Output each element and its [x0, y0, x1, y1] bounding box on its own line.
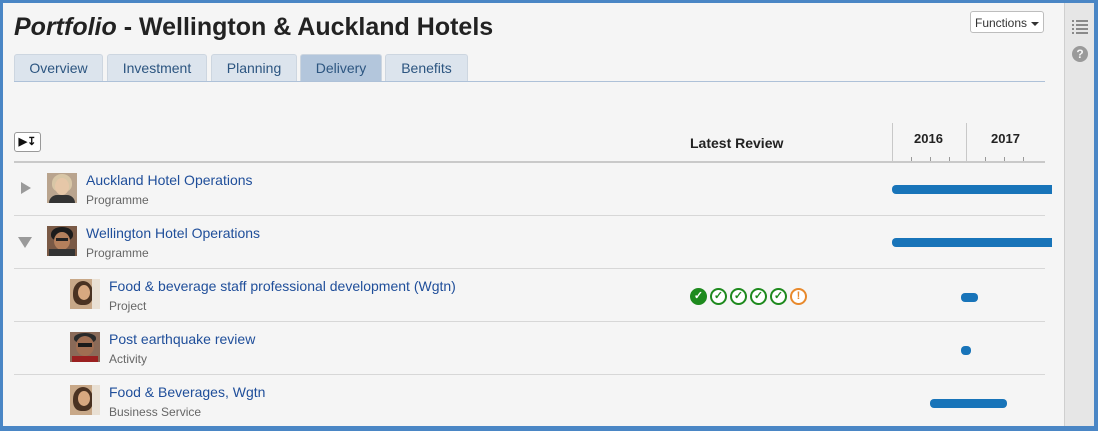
item-type-label: Activity — [109, 352, 148, 366]
app-frame: Portfolio - Wellington & Auckland Hotels… — [3, 3, 1094, 426]
functions-label: Functions — [974, 16, 1028, 30]
tab-label: Planning — [226, 60, 282, 76]
review-ok-icon[interactable]: ✓ — [770, 288, 787, 305]
title-portfolio-name: - Wellington & Auckland Hotels — [116, 13, 494, 41]
tab-label: Benefits — [401, 60, 452, 76]
table-row[interactable]: Wellington Hotel Operations Programme — [14, 216, 1052, 269]
page-title: Portfolio - Wellington & Auckland Hotels — [14, 13, 493, 42]
review-ok-filled-icon[interactable]: ✓ — [690, 288, 707, 305]
avatar — [47, 226, 77, 256]
collapse-arrow-icon[interactable] — [18, 237, 32, 248]
item-title-link[interactable]: Food & beverage staff professional devel… — [109, 278, 456, 294]
item-title-link[interactable]: Food & Beverages, Wgtn — [109, 384, 265, 400]
item-type-label: Programme — [86, 193, 149, 207]
review-ok-icon[interactable]: ✓ — [750, 288, 767, 305]
tab-label: Delivery — [315, 60, 367, 76]
timeline-bar[interactable] — [961, 346, 971, 355]
timeline-bar[interactable] — [961, 293, 978, 302]
expand-all-label: ▶↧ — [18, 136, 37, 148]
tab-investment[interactable]: Investment — [107, 54, 207, 81]
latest-review-icons: ✓ ✓ ✓ ✓ ✓ ! — [690, 288, 810, 306]
caret-down-icon — [1031, 21, 1040, 26]
expand-arrow-icon[interactable] — [21, 182, 31, 194]
avatar — [47, 173, 77, 203]
review-warning-icon[interactable]: ! — [790, 288, 807, 305]
functions-dropdown-button[interactable]: Functions — [970, 11, 1044, 33]
timeline-bar[interactable] — [892, 185, 1052, 194]
latest-review-header: Latest Review — [690, 135, 784, 151]
item-title-link[interactable]: Post earthquake review — [109, 331, 255, 347]
table-row[interactable]: Auckland Hotel Operations Programme — [14, 163, 1052, 216]
item-title-link[interactable]: Auckland Hotel Operations — [86, 172, 253, 188]
main-content: Portfolio - Wellington & Auckland Hotels… — [3, 3, 1064, 426]
item-type-label: Programme — [86, 246, 149, 260]
list-icon[interactable] — [1072, 18, 1088, 34]
tab-label: Investment — [122, 60, 192, 76]
tab-overview[interactable]: Overview — [14, 54, 103, 81]
avatar — [70, 332, 100, 362]
help-icon[interactable]: ? — [1072, 46, 1088, 62]
review-ok-icon[interactable]: ✓ — [730, 288, 747, 305]
expand-all-button[interactable]: ▶↧ — [14, 132, 41, 152]
item-type-label: Project — [109, 299, 147, 313]
table-row[interactable]: Post earthquake review Activity — [14, 322, 1045, 375]
avatar — [70, 279, 100, 309]
title-portfolio-label: Portfolio — [14, 13, 117, 41]
timeline-year-divider — [966, 123, 967, 161]
tab-planning[interactable]: Planning — [211, 54, 297, 81]
tab-benefits[interactable]: Benefits — [385, 54, 468, 81]
review-ok-icon[interactable]: ✓ — [710, 288, 727, 305]
year-2016-label: 2016 — [914, 131, 943, 146]
right-sidebar: ? — [1064, 3, 1094, 426]
item-type-label: Business Service — [109, 405, 202, 419]
timeline-bar[interactable] — [892, 238, 1052, 247]
avatar — [70, 385, 100, 415]
item-title-link[interactable]: Wellington Hotel Operations — [86, 225, 260, 241]
year-2017-label: 2017 — [991, 131, 1020, 146]
timeline-divider — [892, 123, 893, 161]
tab-delivery[interactable]: Delivery — [300, 54, 382, 81]
tab-underline — [14, 81, 1045, 82]
table-row[interactable]: Food & Beverages, Wgtn Business Service — [14, 375, 1045, 426]
table-row[interactable]: Food & beverage staff professional devel… — [14, 269, 1045, 322]
timeline-bar[interactable] — [930, 399, 1007, 408]
tab-label: Overview — [29, 60, 88, 76]
